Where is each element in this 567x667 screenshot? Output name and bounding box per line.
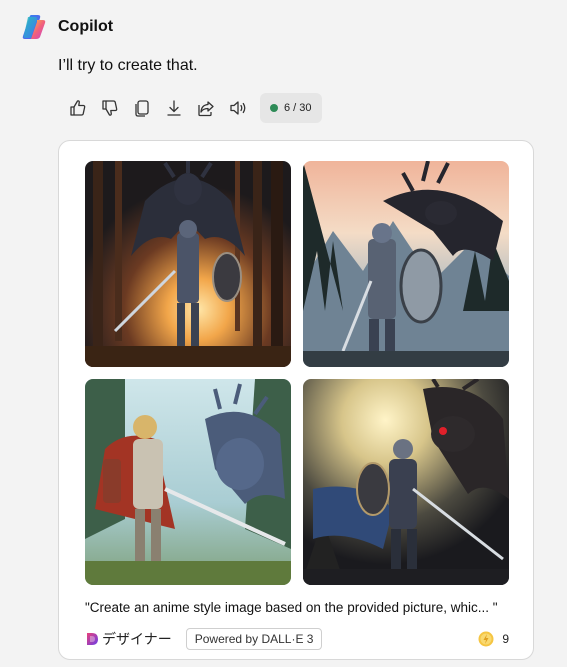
generated-image-2[interactable] xyxy=(303,161,509,367)
copy-button[interactable] xyxy=(126,92,158,124)
thumbs-down-icon xyxy=(102,100,118,116)
generated-image-1[interactable] xyxy=(85,161,291,367)
designer-logo-icon xyxy=(87,633,98,645)
image-prompt[interactable]: "Create an anime style image based on th… xyxy=(85,600,498,615)
designer-link[interactable]: デザイナー xyxy=(85,629,172,649)
assistant-message: I’ll try to create that. xyxy=(58,57,198,74)
copy-icon xyxy=(135,100,149,117)
generated-image-4[interactable] xyxy=(303,379,509,585)
anime-knight-image xyxy=(85,379,291,585)
thumbs-up-icon xyxy=(70,100,86,116)
header: Copilot xyxy=(22,14,113,40)
card-footer: デザイナー Powered by DALL·E 3 9 xyxy=(85,627,509,651)
read-aloud-button[interactable] xyxy=(222,92,254,124)
designer-label: デザイナー xyxy=(102,631,172,647)
download-icon xyxy=(167,100,181,116)
knight-mountain-image xyxy=(303,161,509,367)
image-result-card: "Create an anime style image based on th… xyxy=(58,140,534,660)
boost-coin-icon xyxy=(478,631,494,647)
status-dot-icon xyxy=(270,104,278,112)
dark-knight-image xyxy=(303,379,509,585)
boost-counter: 9 xyxy=(478,631,509,647)
speaker-icon xyxy=(230,101,246,115)
copilot-logo-icon xyxy=(22,15,46,39)
copilot-response: Copilot I’ll try to create that. 6 / 30 … xyxy=(0,0,567,667)
generated-image-3[interactable] xyxy=(85,379,291,585)
powered-by-badge: Powered by DALL·E 3 xyxy=(185,628,323,650)
boost-count: 9 xyxy=(502,632,509,646)
usage-counter-text: 6 / 30 xyxy=(284,102,312,114)
thumbs-down-button[interactable] xyxy=(94,92,126,124)
action-bar: 6 / 30 xyxy=(62,92,322,124)
share-button[interactable] xyxy=(190,92,222,124)
thumbs-up-button[interactable] xyxy=(62,92,94,124)
download-button[interactable] xyxy=(158,92,190,124)
app-name: Copilot xyxy=(58,18,114,35)
share-icon xyxy=(198,101,214,117)
usage-counter: 6 / 30 xyxy=(260,93,322,123)
knight-forest-image xyxy=(85,161,291,367)
